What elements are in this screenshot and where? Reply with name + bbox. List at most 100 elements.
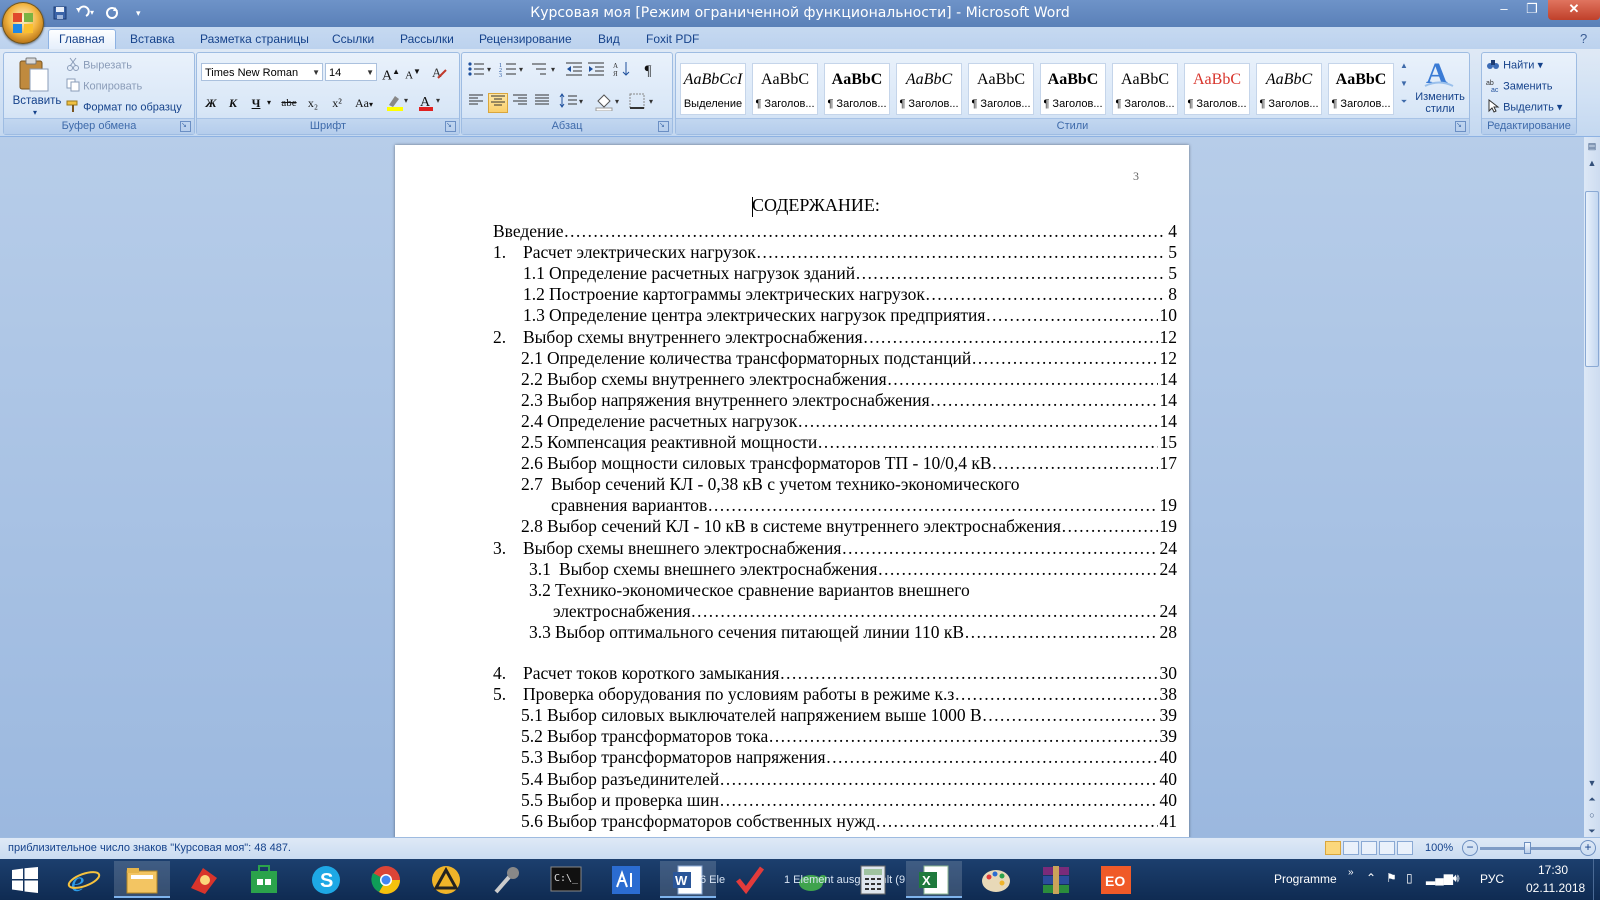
font-size-dropdown-icon[interactable]: ▼ <box>366 64 374 82</box>
toc-entry[interactable]: 2.2 Выбор схемы внутреннего электроснабже… <box>521 368 1177 390</box>
taskbar-app-red[interactable] <box>176 861 232 898</box>
numbering-button[interactable]: 1 2 3 ▾ <box>498 61 528 81</box>
taskbar-file-explorer[interactable] <box>114 861 170 898</box>
shading-button[interactable]: ▾ <box>594 93 624 113</box>
draft-view-icon[interactable] <box>1397 841 1413 855</box>
multilevel-list-button[interactable]: ▾ <box>530 61 560 81</box>
scroll-up-icon[interactable]: ▲ <box>1586 157 1598 169</box>
select-browse-object-icon[interactable]: ○ <box>1586 809 1598 821</box>
subscript-button[interactable]: x₂ <box>303 93 323 113</box>
font-color-button[interactable]: A ▾ <box>415 93 445 113</box>
action-center-flag-icon[interactable]: ⚑ <box>1386 871 1397 885</box>
minimize-button[interactable]: – <box>1490 0 1518 20</box>
outline-view-icon[interactable] <box>1379 841 1395 855</box>
tab-mailings[interactable]: Рассылки <box>400 30 454 49</box>
styles-more-icon[interactable]: ⏷ <box>1398 97 1410 113</box>
copy-button[interactable]: Копировать <box>66 78 142 95</box>
taskbar-app-triangle[interactable] <box>418 861 474 898</box>
bullets-button[interactable]: ▾ <box>466 61 496 81</box>
clear-formatting-button[interactable]: A <box>429 62 449 82</box>
taskbar-word[interactable]: W 6 Ele <box>660 861 725 898</box>
toc-entry[interactable]: Введение……………………………………………………………………………………… <box>493 221 1177 242</box>
superscript-button[interactable]: x² <box>327 93 347 113</box>
style-emphasis[interactable]: AaBbCcI Выделение <box>680 63 746 115</box>
network-icon[interactable]: ▂▄▆ <box>1426 871 1453 885</box>
tab-home[interactable]: Главная <box>48 29 116 50</box>
taskbar-app-check[interactable] <box>722 861 778 898</box>
toc-entry[interactable]: 1.1 Определение расчетных нагрузок зданий… <box>523 263 1177 285</box>
zoom-out-icon[interactable]: − <box>1462 840 1478 856</box>
clock-date[interactable]: 02.11.2018 <box>1526 881 1585 895</box>
toc-entry[interactable]: 4. Расчет токов короткого замыкания………………… <box>493 663 1177 684</box>
toc-entry[interactable]: 3. Выбор схемы внешнего электроснабжения…… <box>493 537 1177 559</box>
tab-insert[interactable]: Вставка <box>130 30 175 49</box>
decrease-indent-button[interactable] <box>564 61 584 81</box>
tab-review[interactable]: Рецензирование <box>479 30 572 49</box>
help-icon[interactable]: ? <box>1580 30 1587 49</box>
styles-scroll-up-icon[interactable]: ▲ <box>1398 61 1410 77</box>
ruler-toggle-icon[interactable]: ▤ <box>1586 140 1598 152</box>
toc-entry[interactable]: 2. Выбор схемы внутреннего электроснабжен… <box>493 326 1177 348</box>
show-desktop-button[interactable] <box>1593 859 1600 900</box>
taskbar-store[interactable] <box>236 861 292 898</box>
toc-entry[interactable]: 1.3 Определение центра электрических нагр… <box>523 305 1177 327</box>
align-center-button[interactable] <box>488 93 508 113</box>
change-case-button[interactable]: Aa▾ <box>351 93 377 113</box>
style-heading[interactable]: AaBbC ¶ Заголов... <box>824 63 890 115</box>
clock-time[interactable]: 17:30 <box>1538 863 1568 877</box>
shrink-font-button[interactable]: A▼ <box>403 62 423 82</box>
taskbar-internet-explorer[interactable]: e <box>56 861 112 898</box>
tray-app-icon[interactable]: ▯ <box>1406 871 1413 885</box>
borders-button[interactable]: ▾ <box>628 93 658 113</box>
taskbar-app-blue[interactable] <box>598 861 654 898</box>
close-button[interactable]: ✕ <box>1548 0 1600 20</box>
office-button[interactable] <box>2 2 44 44</box>
grow-font-button[interactable]: A▲ <box>381 62 401 84</box>
cut-button[interactable]: Вырезать <box>66 57 132 74</box>
strikethrough-button[interactable]: abe <box>277 93 301 113</box>
toc-entry[interactable]: 5.6 Выбор трансформаторов собственных нуж… <box>521 810 1177 832</box>
paste-button[interactable]: Вставить ▾ <box>8 55 61 117</box>
styles-launcher-icon[interactable]: ↘ <box>1455 121 1466 132</box>
style-heading[interactable]: AaBbC ¶ Заголов... <box>896 63 962 115</box>
select-button[interactable]: Выделить ▾ <box>1486 98 1562 116</box>
word-count-status[interactable]: приблизительное число знаков "Курсовая м… <box>8 842 291 854</box>
increase-indent-button[interactable] <box>586 61 606 81</box>
full-screen-view-icon[interactable] <box>1343 841 1359 855</box>
document-page[interactable]: 3 СОДЕРЖАНИЕ: Введение………………………………………………… <box>395 145 1189 837</box>
web-layout-view-icon[interactable] <box>1361 841 1377 855</box>
zoom-slider-handle[interactable] <box>1524 842 1531 854</box>
taskbar-command-prompt[interactable]: C:\_ <box>538 861 594 898</box>
justify-button[interactable] <box>532 93 552 113</box>
vertical-scrollbar[interactable]: ▤ ▲ ▼ ⏶ ○ ⏷ <box>1584 137 1600 837</box>
italic-button[interactable]: К <box>223 93 243 113</box>
paragraph-launcher-icon[interactable]: ↘ <box>658 121 669 132</box>
style-heading[interactable]: AaBbC ¶ Заголов... <box>1256 63 1322 115</box>
volume-icon[interactable]: 🔊︎ <box>1452 871 1460 886</box>
underline-dropdown-icon[interactable]: ▾ <box>264 93 274 113</box>
style-heading[interactable]: AaBbC ¶ Заголов... <box>1184 63 1250 115</box>
toc-entry[interactable]: 1. Расчет электрических нагрузок………………………… <box>493 242 1177 264</box>
highlight-button[interactable]: ▾ <box>383 93 413 113</box>
zoom-level[interactable]: 100% <box>1425 842 1453 854</box>
toc-entry[interactable]: 2.1 Определение количества трансформаторн… <box>521 347 1177 369</box>
tab-foxit-pdf[interactable]: Foxit PDF <box>646 30 699 49</box>
taskbar-chrome[interactable] <box>358 861 414 898</box>
toc-entry[interactable]: 5.1 Выбор силовых выключателей напряжение… <box>521 705 1177 727</box>
underline-button[interactable]: Ч <box>246 93 266 113</box>
next-page-icon[interactable]: ⏷ <box>1586 825 1598 837</box>
taskbar-paint[interactable] <box>968 861 1024 898</box>
scroll-down-icon[interactable]: ▼ <box>1586 777 1598 789</box>
show-hidden-icons-icon[interactable]: ⌃ <box>1366 871 1376 885</box>
programme-toolbar[interactable]: Programme <box>1274 872 1337 886</box>
toc-entry[interactable]: 2.3 Выбор напряжения внутреннего электрос… <box>521 389 1177 411</box>
start-button[interactable] <box>0 861 50 898</box>
print-layout-view-icon[interactable] <box>1325 841 1341 855</box>
taskbar-winrar[interactable] <box>1028 861 1084 898</box>
toc-entry[interactable]: сравнения вариантов………………………………………………………… <box>551 495 1177 517</box>
line-spacing-button[interactable]: ▾ <box>558 93 588 113</box>
toc-entry[interactable]: 5. Проверка оборудования по условиям рабо… <box>493 684 1177 706</box>
style-heading[interactable]: AaBbC ¶ Заголов... <box>752 63 818 115</box>
toc-entry[interactable]: 2.5 Компенсация реактивной мощности………………… <box>521 432 1177 453</box>
document-area[interactable]: 3 СОДЕРЖАНИЕ: Введение………………………………………………… <box>0 137 1584 837</box>
